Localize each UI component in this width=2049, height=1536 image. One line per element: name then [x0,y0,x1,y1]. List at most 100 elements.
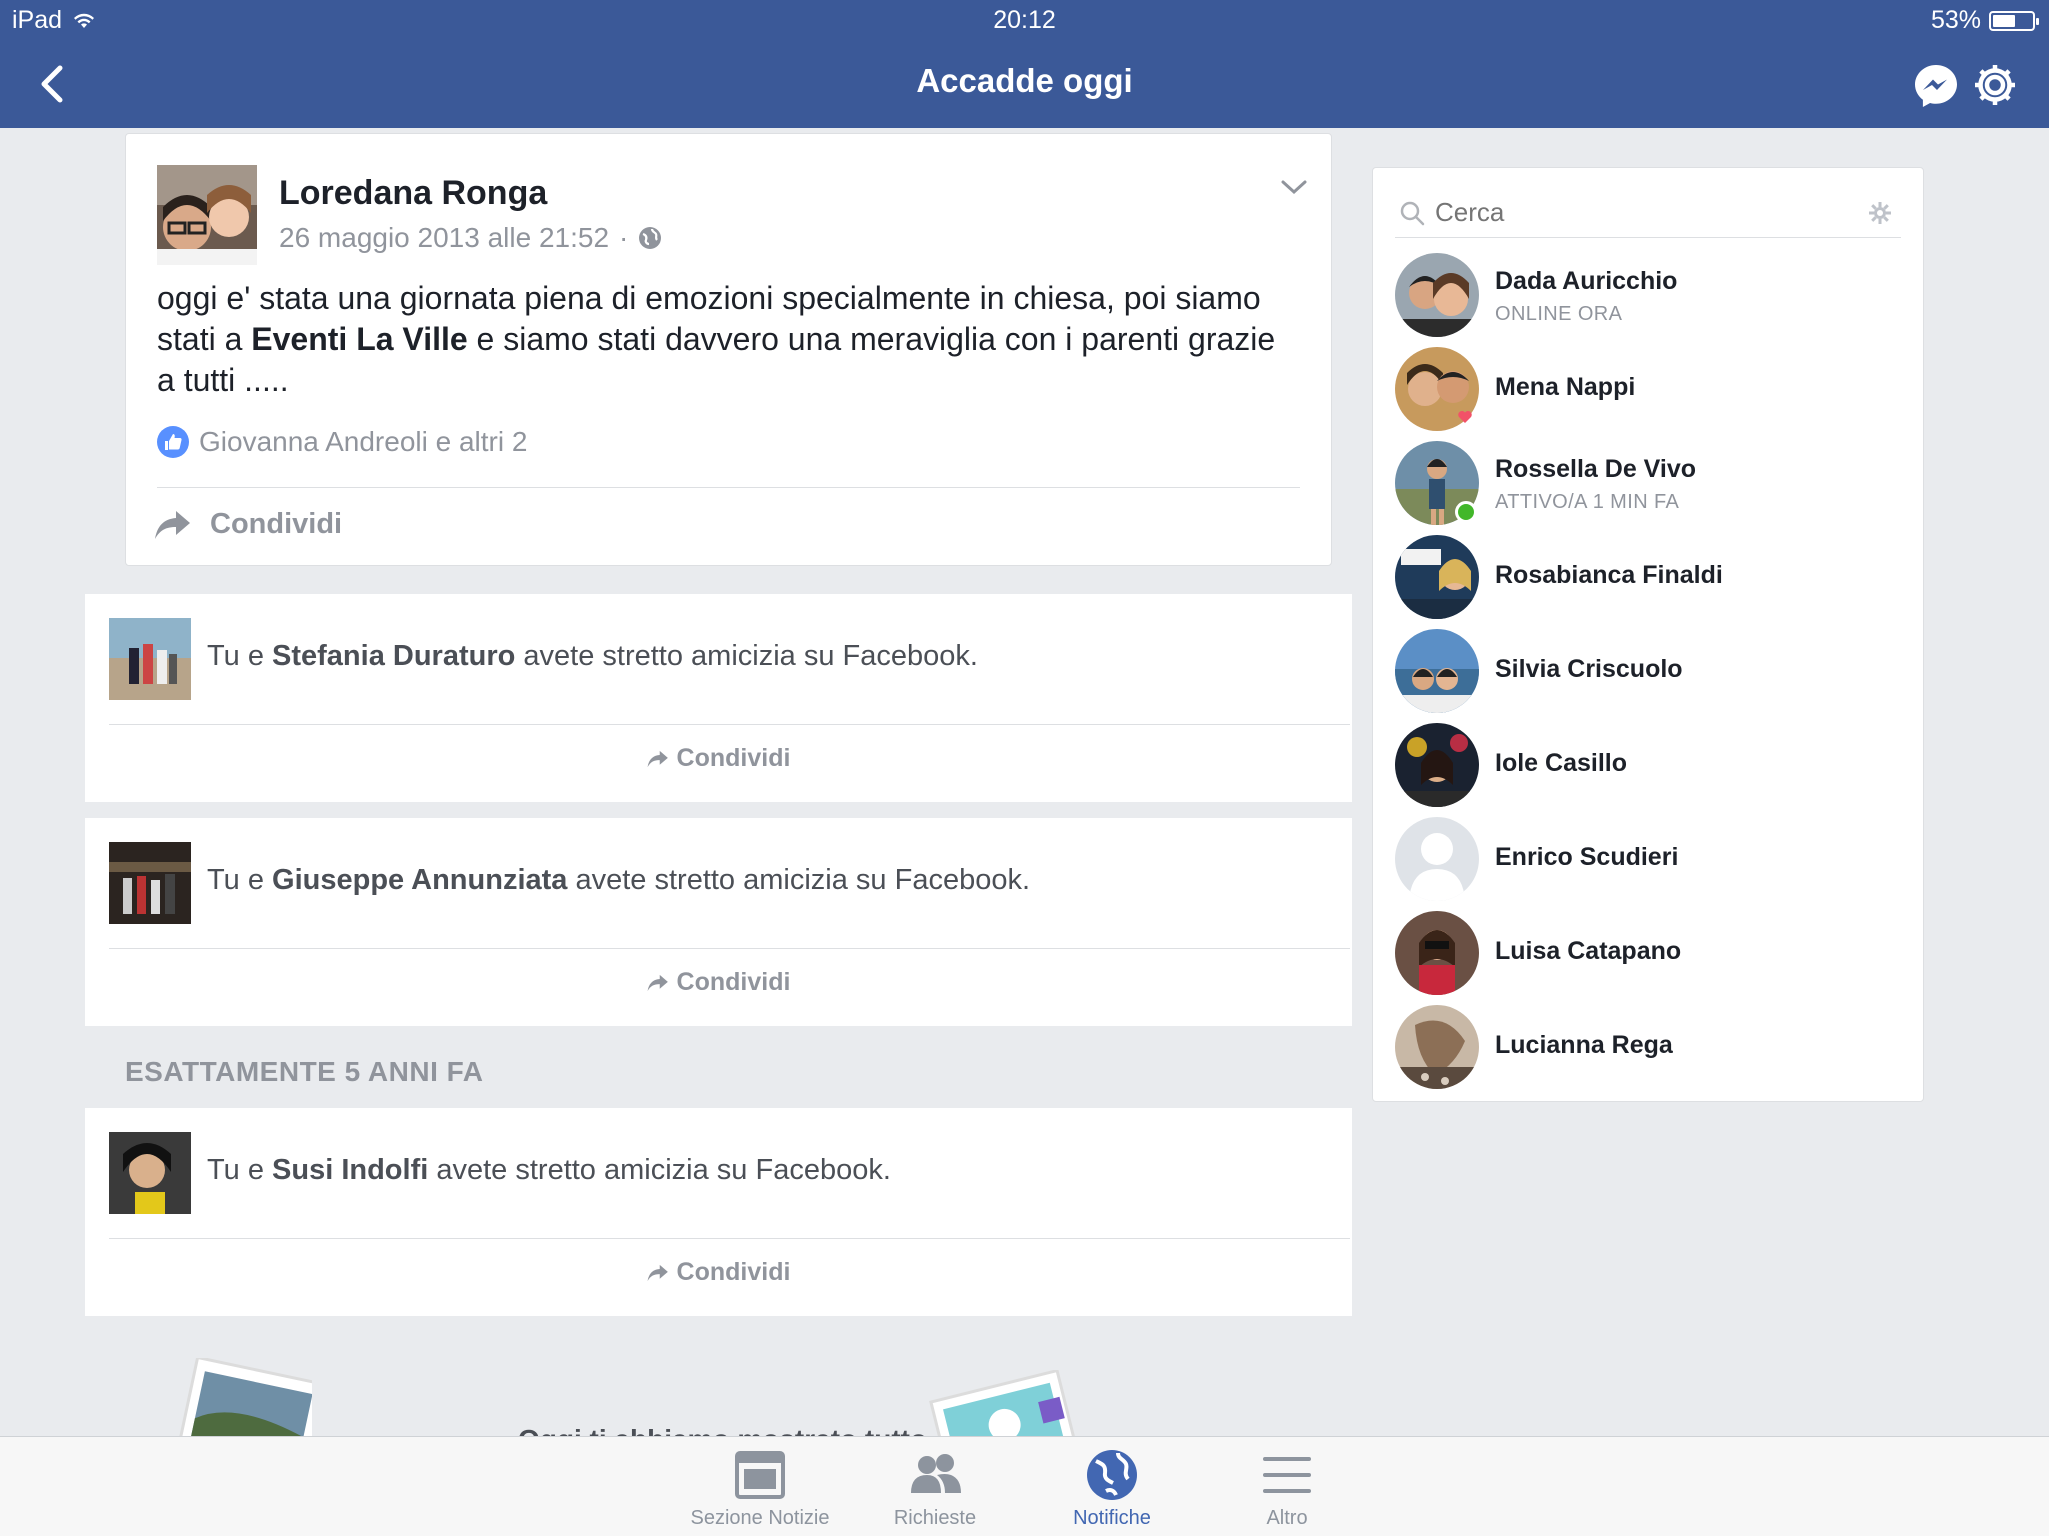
section-heading: ESATTAMENTE 5 ANNI FA [125,1056,484,1087]
tab-friend-requests[interactable]: Richieste [845,1447,1025,1530]
contact-status: ATTIVO/A 1 MIN FA [1495,491,1680,513]
contact-name: Enrico Scudieri [1495,843,1679,871]
friendship-suffix: avete stretto amicizia su Facebook. [567,864,1031,896]
search-icon [1400,201,1425,225]
contact-item[interactable]: Lucianna Rega [1395,1005,1905,1091]
clock: 20:12 [993,6,1056,34]
share-button[interactable]: Condividi [85,968,1352,997]
contact-name: Mena Nappi [1495,373,1636,401]
friendship-text: Tu e Stefania Duraturo avete stretto ami… [207,640,978,673]
default-avatar [1395,817,1479,901]
contact-name: Iole Casillo [1495,749,1627,777]
contact-item[interactable]: Luisa Catapano [1395,911,1905,997]
share-label: Condividi [676,744,791,772]
news-feed-icon [735,1451,785,1499]
meta-separator: · [619,222,629,253]
avatar [1395,535,1479,619]
share-label: Condividi [676,1258,791,1286]
online-status-dot [1455,501,1477,523]
friendship-prefix: Tu e [207,864,273,896]
friendship-text: Tu e Susi Indolfi avete stretto amicizia… [207,1154,891,1187]
share-arrow-icon [647,974,668,991]
share-button[interactable]: Condividi [154,508,342,541]
friendship-text: Tu e Giuseppe Annunziata avete stretto a… [207,864,1030,897]
share-arrow-icon [155,510,190,539]
contact-search [1395,188,1901,238]
battery-percent: 53% [1930,6,1981,34]
tab-label: Notifiche [1073,1507,1151,1529]
friendship-card: Tu e Stefania Duraturo avete stretto ami… [85,594,1352,802]
friend-name[interactable]: Susi Indolfi [272,1154,428,1186]
tab-more[interactable]: Altro [1197,1447,1377,1530]
contact-item[interactable]: Rosabianca Finaldi [1395,535,1905,621]
friendship-prefix: Tu e [207,1154,273,1186]
tab-notifications[interactable]: Notifiche [1022,1447,1202,1530]
chevron-down-icon[interactable] [1279,176,1309,198]
friendship-prefix: Tu e [207,640,273,672]
memory-post-card: Loredana Ronga 26 maggio 2013 alle 21:52… [125,133,1332,566]
post-timestamp-row: 26 maggio 2013 alle 21:52 · [279,222,662,254]
contacts-sidebar: Dada Auricchio ONLINE ORA Mena Nappi Ros… [1372,167,1924,1102]
like-thumb-icon [157,426,189,458]
contact-status: ONLINE ORA [1495,303,1623,325]
bottom-tab-bar: Sezione Notizie Richieste Notifiche Altr… [0,1436,2049,1536]
contact-name: Luisa Catapano [1495,937,1682,965]
contact-item[interactable]: Dada Auricchio ONLINE ORA [1395,253,1905,339]
avatar [1395,723,1479,807]
battery-icon [1989,10,2039,31]
contact-item[interactable]: Silvia Criscuolo [1395,629,1905,715]
avatar [1395,253,1479,337]
contact-name: Lucianna Rega [1495,1031,1673,1059]
contact-item[interactable]: Rossella De Vivo ATTIVO/A 1 MIN FA [1395,441,1905,527]
settings-gear-icon[interactable] [1972,62,2018,108]
contact-name: Rossella De Vivo [1495,455,1697,483]
friend-name[interactable]: Stefania Duraturo [272,640,515,672]
page-title: Accadde oggi [916,62,1133,99]
share-button[interactable]: Condividi [85,744,1352,773]
status-bar: iPad 20:12 53% [0,6,2049,36]
share-button[interactable]: Condividi [85,1258,1352,1287]
post-date[interactable]: 26 maggio 2013 alle 21:52 [279,222,609,254]
contact-name: Dada Auricchio [1495,267,1678,295]
contact-name: Silvia Criscuolo [1495,655,1683,683]
author-name[interactable]: Loredana Ronga [279,174,547,213]
end-of-memories-text: Oggi ti abbiamo mostrato tutto [518,1424,927,1436]
heart-icon [1458,411,1472,423]
photo-illustration-icon [175,1358,312,1436]
friendship-suffix: avete stretto amicizia su Facebook. [515,640,978,672]
divider [109,948,1350,949]
search-input[interactable] [1435,197,1835,228]
post-text: oggi e' stata una giornata piena di emoz… [157,278,1297,401]
post-place-link[interactable]: Eventi La Ville [251,321,467,357]
tab-news-feed[interactable]: Sezione Notizie [670,1447,850,1530]
contact-item[interactable]: Iole Casillo [1395,723,1905,809]
menu-icon [1263,1457,1311,1493]
friendship-card: Tu e Susi Indolfi avete stretto amicizia… [85,1108,1352,1316]
friend-photo[interactable] [109,1132,191,1214]
share-arrow-icon [647,1264,668,1281]
contact-name: Rosabianca Finaldi [1495,561,1723,589]
messenger-icon[interactable] [1912,62,1960,110]
likes-text: Giovanna Andreoli e altri 2 [199,426,528,457]
friend-photo[interactable] [109,842,191,924]
likes-summary[interactable]: Giovanna Andreoli e altri 2 [157,426,527,458]
contact-item[interactable]: Mena Nappi [1395,347,1905,433]
divider [109,724,1350,725]
divider [157,487,1300,488]
end-of-memories-illustration: Oggi ti abbiamo mostrato tutto [0,1340,1400,1436]
tab-label: Altro [1266,1507,1308,1529]
author-avatar[interactable] [157,165,257,265]
share-label: Condividi [676,968,791,996]
tab-label: Sezione Notizie [690,1507,830,1529]
friend-photo[interactable] [109,618,191,700]
contact-item[interactable]: Enrico Scudieri [1395,817,1905,903]
friend-name[interactable]: Giuseppe Annunziata [272,864,567,896]
friendship-card: Tu e Giuseppe Annunziata avete stretto a… [85,818,1352,1026]
avatar [1395,629,1479,713]
avatar [1395,1005,1479,1089]
globe-privacy-icon [639,227,662,249]
friendship-suffix: avete stretto amicizia su Facebook. [428,1154,891,1186]
top-bar: iPad 20:12 53% Accadde oggi [0,0,2049,128]
gear-icon[interactable] [1867,200,1893,226]
divider [109,1238,1350,1239]
